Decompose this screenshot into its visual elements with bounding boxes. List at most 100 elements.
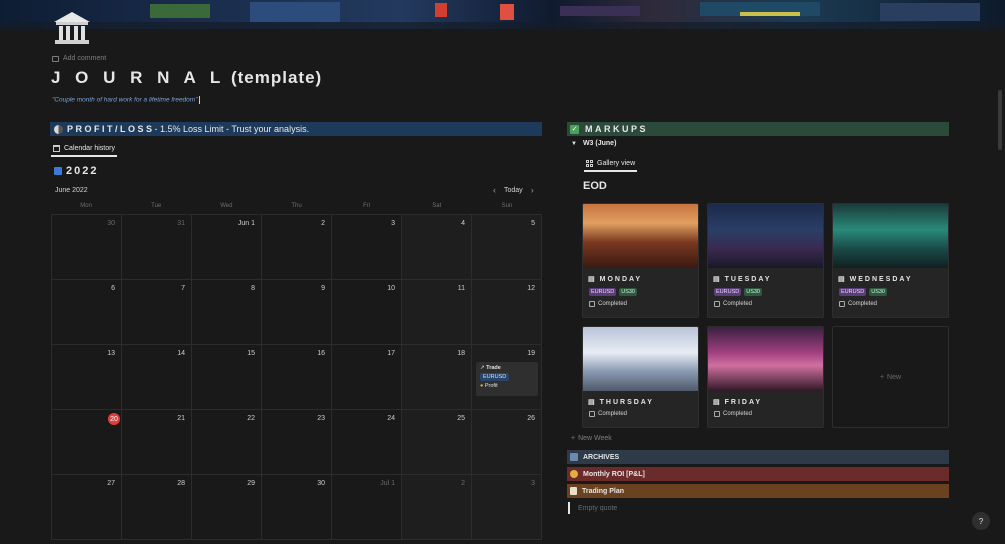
calendar-day[interactable]: 31 [122,215,192,280]
checkbox-icon[interactable] [589,411,595,417]
calendar-day[interactable]: Jun 1 [192,215,262,280]
checkbox-icon[interactable] [714,301,720,307]
cover-banner [0,0,1005,29]
calendar-icon [53,144,60,152]
notepad-icon [570,487,577,495]
card-title: TUESDAY [724,275,772,283]
calendar-day[interactable]: 27 [52,475,122,540]
profit-loss-subtitle: - 1.5% Loss Limit - Trust your analysis. [154,124,310,134]
bank-icon [54,12,90,44]
calendar-day[interactable]: 4 [402,215,472,280]
calendar-day[interactable]: 6 [52,280,122,345]
status-label: Completed [723,411,753,417]
weekday-label: Fri [363,203,371,209]
calendar-day[interactable]: 8 [192,280,262,345]
quote-block[interactable]: Empty quote [568,502,617,514]
gallery-card-friday[interactable]: ▤ FRIDAY Completed [707,326,824,428]
monthly-roi-link[interactable]: Monthly ROI [P&L] [567,467,949,481]
archive-icon [570,453,578,461]
calendar-day[interactable]: 30 [52,215,122,280]
card-cover-image [708,327,823,391]
calendar-emoji-icon [54,167,62,175]
calendar-day[interactable]: 11 [402,280,472,345]
gallery-card-wednesday[interactable]: ▤ WEDNESDAY EURUSD US30 Completed [832,203,949,318]
card-title: THURSDAY [599,398,654,406]
chevron-right-icon[interactable]: › [531,185,534,195]
scrollbar[interactable] [998,90,1002,150]
gallery-card-tuesday[interactable]: ▤ TUESDAY EURUSD US30 Completed [707,203,824,318]
today-marker: 20 [108,413,120,425]
tag-eurusd: EURUSD [589,288,617,296]
calendar-day[interactable]: Jul 1 [332,475,402,540]
weekday-label: Wed [220,203,233,209]
calendar-day[interactable]: 2 [262,215,332,280]
card-title: FRIDAY [724,398,763,406]
card-cover-image [708,204,823,268]
calendar-day[interactable]: 5 [472,215,542,280]
add-comment-label: Add comment [63,55,107,62]
calendar-day[interactable]: 7 [122,280,192,345]
calendar-day[interactable]: 26 [472,410,542,475]
calendar-day[interactable]: 10 [332,280,402,345]
markups-label: MARKUPS [585,124,649,134]
calendar-day[interactable]: 15 [192,345,262,410]
calendar-day[interactable]: 16 [262,345,332,410]
page-title[interactable]: J O U R N A L (template) [51,68,322,88]
calendar-day[interactable]: 19 ↗ Trade EURUSD ● Profit [472,345,542,410]
checkbox-icon[interactable] [839,301,845,307]
calendar-day[interactable]: 9 [262,280,332,345]
calendar-day[interactable]: 18 [402,345,472,410]
page-icon: ▤ [713,276,722,283]
checkbox-icon[interactable] [589,301,595,307]
trading-plan-link[interactable]: Trading Plan [567,484,949,498]
calendar-day[interactable]: 29 [192,475,262,540]
tag-eurusd: EURUSD [839,288,867,296]
weekday-header: Mon Tue Wed Thu Fri Sat Sun [51,203,542,209]
calendar-day[interactable]: 17 [332,345,402,410]
chevron-left-icon[interactable]: ‹ [493,185,496,195]
checkbox-icon[interactable] [714,411,720,417]
calendar-day[interactable]: 12 [472,280,542,345]
archives-link[interactable]: ARCHIVES [567,450,949,464]
gallery-icon [586,159,593,167]
weekday-label: Mon [80,203,92,209]
calendar-day[interactable]: 3 [472,475,542,540]
calendar-day[interactable]: 24 [332,410,402,475]
page-icon: ▤ [838,276,847,283]
profit-loss-callout: PROFIT/LOSS - 1.5% Loss Limit - Trust yo… [50,122,542,136]
today-button[interactable]: Today [504,187,523,194]
plus-icon: + [571,435,576,442]
add-comment-button[interactable]: Add comment [52,55,106,62]
toggle-w3-june[interactable]: ▼ W3 (June) [571,140,616,147]
gallery-card-thursday[interactable]: ▤ THURSDAY Completed [582,326,699,428]
tag-us30: US30 [744,288,762,296]
calendar-day[interactable]: 21 [122,410,192,475]
calendar-day[interactable]: 25 [402,410,472,475]
calendar-day[interactable]: 3 [332,215,402,280]
tag-us30: US30 [619,288,637,296]
status-label: Completed [598,411,628,417]
triangle-down-icon: ▼ [571,140,577,147]
motto-text[interactable]: "Couple month of hard work for a lifetim… [52,96,200,104]
new-gallery-card-button[interactable]: + New [832,326,949,428]
card-cover-image [583,327,698,391]
calendar-day[interactable]: 30 [262,475,332,540]
weekday-label: Tue [151,203,162,209]
profit-loss-label: PROFIT/LOSS [67,124,155,134]
help-button[interactable]: ? [972,512,990,530]
status-label: Completed [723,301,753,307]
new-week-button[interactable]: + New Week [571,435,612,442]
calendar-day[interactable]: 23 [262,410,332,475]
calendar-day[interactable]: 28 [122,475,192,540]
calendar-day[interactable]: 2 [402,475,472,540]
calendar-day[interactable]: 14 [122,345,192,410]
calendar-day[interactable]: 22 [192,410,262,475]
calendar-day[interactable]: 13 [52,345,122,410]
money-bag-icon: ● [480,383,484,389]
gallery-card-monday[interactable]: ▤ MONDAY EURUSD US30 Completed [582,203,699,318]
calendar-day[interactable]: 20 [52,410,122,475]
tab-gallery-view[interactable]: Gallery view [584,156,638,172]
trade-event-card[interactable]: ↗ Trade EURUSD ● Profit [476,362,538,396]
page-icon: ▤ [588,399,597,406]
tab-calendar-history[interactable]: Calendar history [51,141,117,157]
